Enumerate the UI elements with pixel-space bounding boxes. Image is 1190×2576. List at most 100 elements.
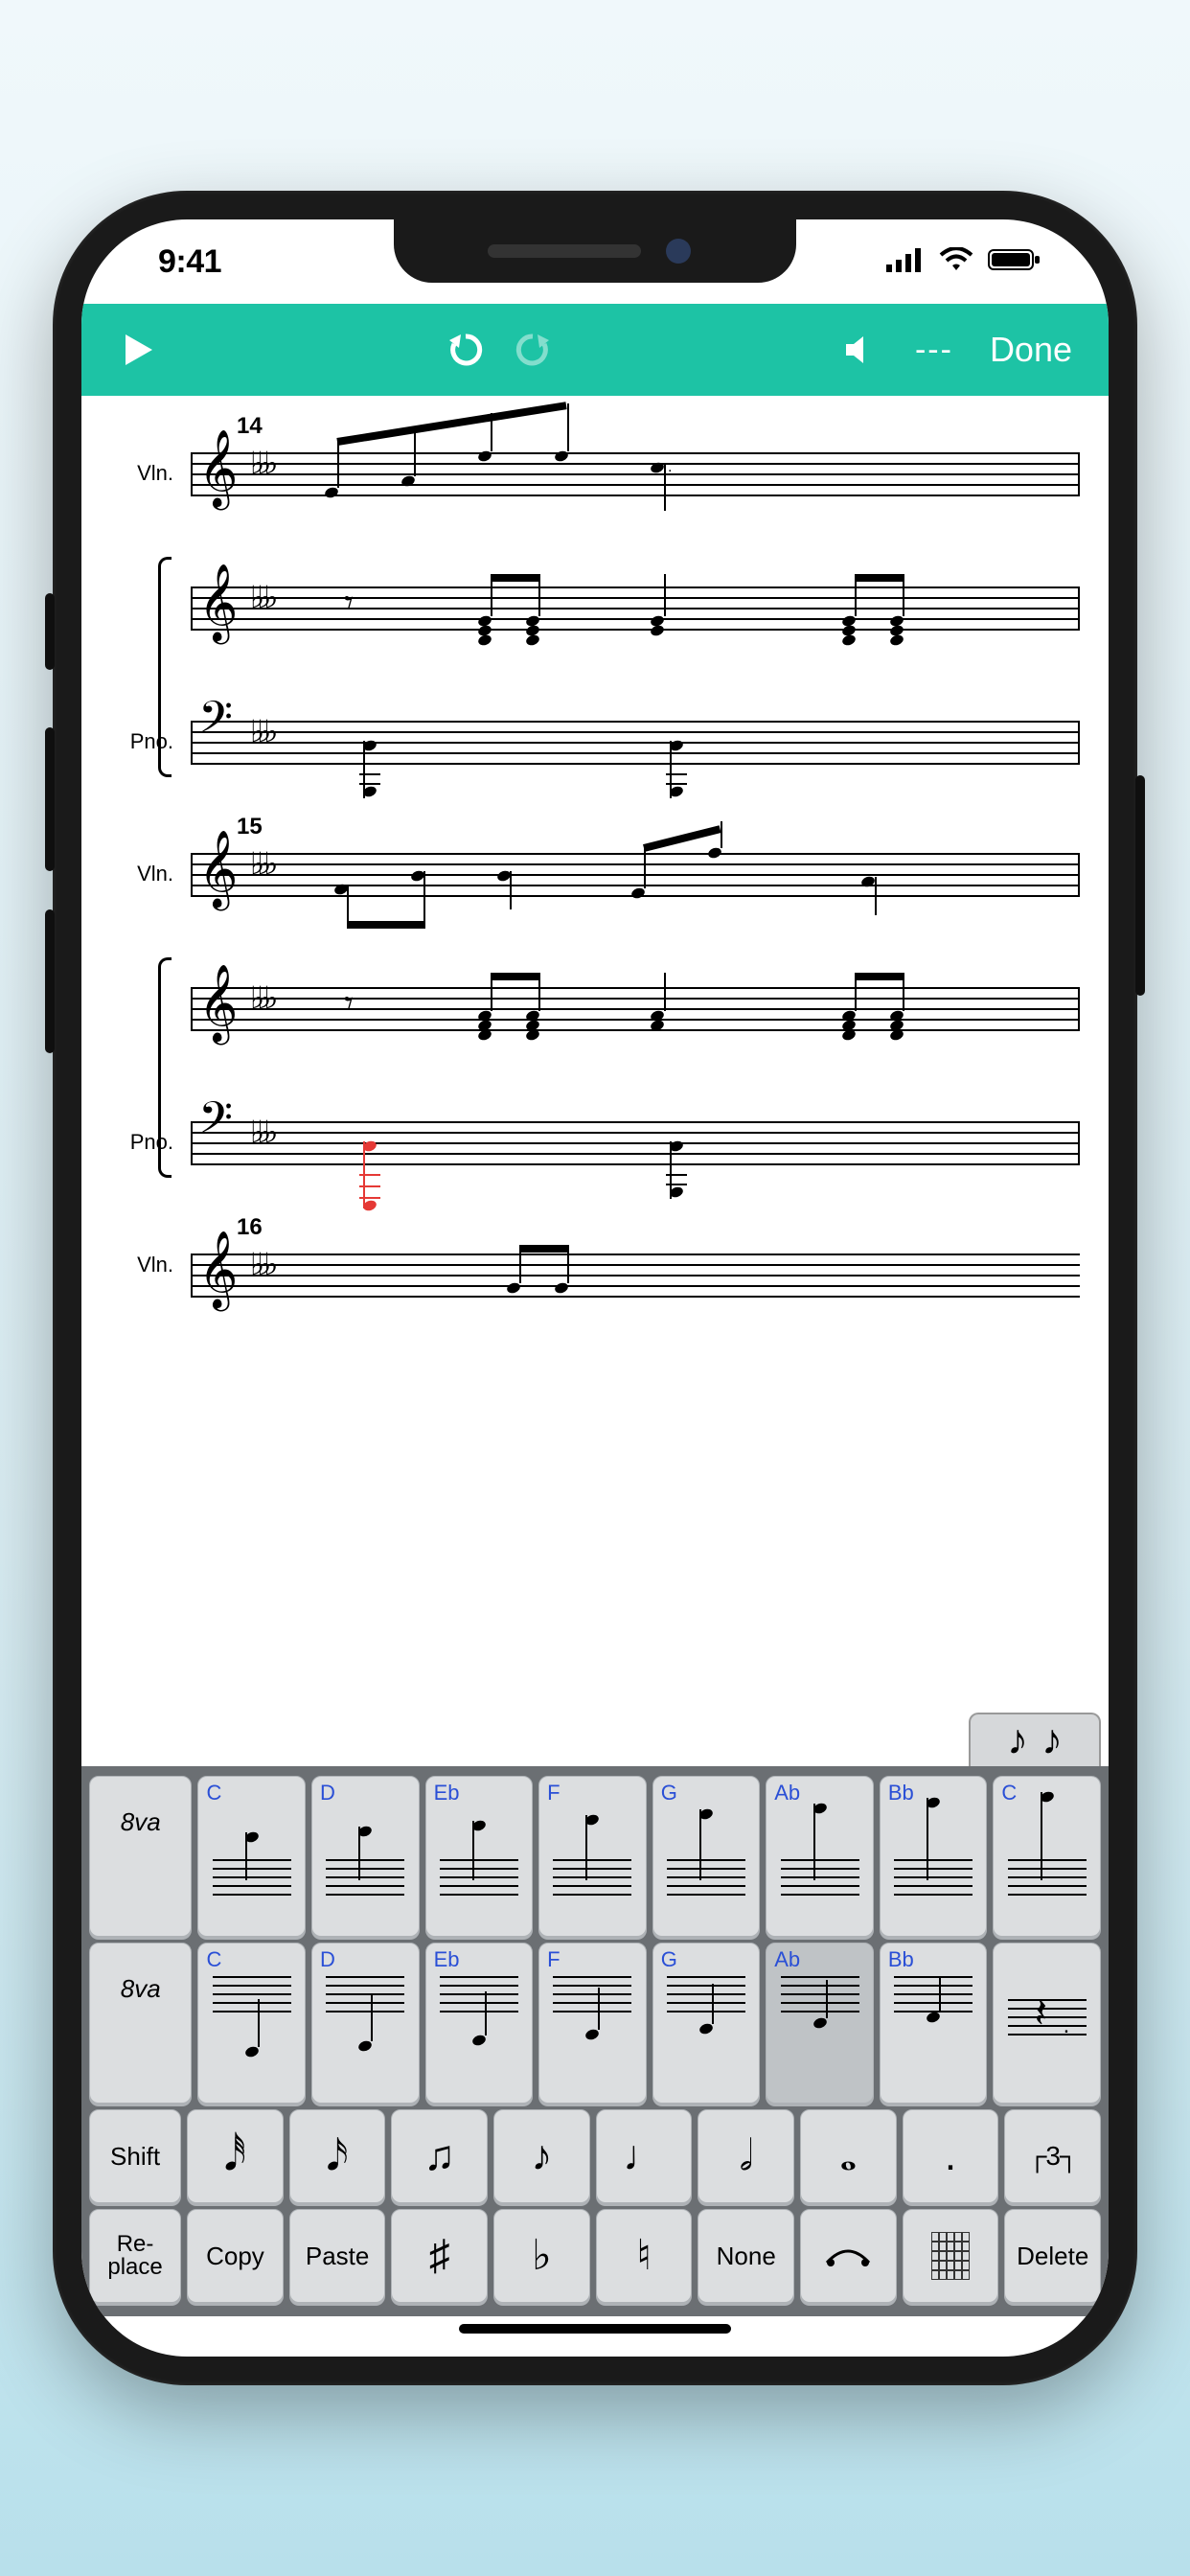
play-button[interactable]: [110, 321, 168, 379]
cellular-icon: [886, 243, 925, 281]
bass-clef-icon: 𝄢: [198, 696, 233, 749]
instrument-label-violin: Vln.: [110, 862, 173, 886]
volume-button[interactable]: [831, 321, 888, 379]
pitch-key-eb-upper[interactable]: Eb: [425, 1776, 534, 1937]
violin-staff[interactable]: 𝄞 ♭♭♭: [191, 831, 1080, 917]
pitch-key-c-upper[interactable]: C: [197, 1776, 306, 1937]
key-signature: ♭♭♭: [250, 1249, 270, 1279]
quarter-note-icon: ♩: [623, 2135, 665, 2177]
score-canvas[interactable]: 14 Vln. 𝄞 ♭♭♭: [81, 396, 1109, 1766]
slur-key[interactable]: [800, 2209, 897, 2303]
octave-8va-key[interactable]: 8va: [89, 1776, 192, 1937]
wifi-icon: [938, 243, 974, 281]
duration-eighth-key[interactable]: ♪: [493, 2109, 590, 2203]
eighth-note-icon: ♪: [1007, 1719, 1028, 1761]
power-button: [1135, 775, 1145, 996]
notch: [394, 219, 796, 283]
piano-bass-staff[interactable]: 𝄢 ♭♭♭: [191, 699, 1080, 785]
half-note-icon: 𝅗𝅥: [740, 2135, 753, 2177]
treble-clef-icon: 𝄞: [198, 835, 238, 902]
duration-thirty-second-key[interactable]: 𝅘𝅥𝅰: [187, 2109, 284, 2203]
sharp-icon: ♯: [429, 2235, 450, 2277]
chord-grid-icon: [931, 2232, 970, 2280]
paste-key[interactable]: Paste: [289, 2209, 386, 2303]
piano-treble-staff[interactable]: 𝄞 ♭♭♭ 𝄾: [191, 564, 1080, 651]
battery-icon: [988, 243, 1041, 281]
thirty-second-note-icon: 𝅘𝅥𝅰: [224, 2135, 246, 2177]
treble-clef-icon: 𝄞: [198, 969, 238, 1036]
pitch-key-ab-upper[interactable]: Ab: [766, 1776, 874, 1937]
dot-icon: .: [945, 2135, 956, 2177]
violin-staff[interactable]: 𝄞 ♭♭♭: [191, 1231, 1080, 1299]
action-row: Re- place Copy Paste ♯ ♭ ♮ None: [89, 2209, 1101, 2303]
treble-clef-icon: 𝄞: [198, 434, 238, 501]
natural-icon: ♮: [636, 2235, 652, 2277]
pitch-key-c-lower[interactable]: C: [197, 1943, 306, 2104]
replace-key[interactable]: Re- place: [89, 2209, 181, 2303]
eighth-rest-icon: 𝄾: [344, 984, 354, 1025]
system-14[interactable]: 14 Vln. 𝄞 ♭♭♭: [81, 413, 1109, 814]
phone-frame: 9:41: [53, 191, 1137, 2385]
volume-up-button: [45, 727, 55, 871]
natural-key[interactable]: ♮: [596, 2209, 693, 2303]
duration-tuplet-key[interactable]: ┌3┐: [1004, 2109, 1101, 2203]
key-signature: ♭♭♭: [250, 582, 270, 612]
treble-clef-icon: 𝄞: [198, 1235, 238, 1302]
key-signature: ♭♭♭: [250, 982, 270, 1013]
home-indicator[interactable]: [459, 2324, 731, 2334]
pitch-row-upper: 8va C D Eb F G Ab Bb C: [89, 1776, 1101, 1937]
shift-key[interactable]: Shift: [89, 2109, 181, 2203]
instrument-label-violin: Vln.: [110, 461, 173, 486]
eighth-rest-icon: 𝄾: [344, 584, 354, 625]
sharp-key[interactable]: ♯: [391, 2209, 488, 2303]
flat-icon: ♭: [532, 2235, 552, 2277]
pitch-key-c-upper2[interactable]: C: [993, 1776, 1101, 1937]
pitch-key-d-lower[interactable]: D: [311, 1943, 420, 2104]
done-button[interactable]: Done: [990, 330, 1072, 370]
eighth-note-icon: ♪: [531, 2135, 552, 2177]
key-signature: ♭♭♭: [250, 448, 270, 478]
tuplet-icon: ┌3┐: [1028, 2141, 1078, 2172]
redo-button[interactable]: [504, 321, 561, 379]
pitch-key-ab-lower[interactable]: Ab: [766, 1943, 874, 2104]
slur-icon: [821, 2234, 875, 2279]
piano-bass-staff[interactable]: 𝄢 ♭♭♭: [191, 1099, 1080, 1185]
bass-clef-icon: 𝄢: [198, 1096, 233, 1150]
piano-treble-staff[interactable]: 𝄞 ♭♭♭ 𝄾: [191, 965, 1080, 1051]
pitch-key-f-upper[interactable]: F: [538, 1776, 647, 1937]
octave-8va-key-lower[interactable]: 8va: [89, 1943, 192, 2104]
pitch-key-g-upper[interactable]: G: [652, 1776, 761, 1937]
sixteenth-note-icon: 𝅘𝅥𝅯: [327, 2135, 349, 2177]
pitch-key-g-lower[interactable]: G: [652, 1943, 761, 2104]
key-signature: ♭♭♭: [250, 1116, 270, 1147]
rest-key[interactable]: 𝄽.: [993, 1943, 1101, 2104]
system-16[interactable]: 16 Vln. 𝄞 ♭♭♭: [81, 1214, 1109, 1299]
copy-key[interactable]: Copy: [187, 2209, 284, 2303]
pitch-key-f-lower[interactable]: F: [538, 1943, 647, 2104]
duration-quarter-key[interactable]: ♩: [596, 2109, 693, 2203]
duration-dot-key[interactable]: .: [903, 2109, 999, 2203]
flat-key[interactable]: ♭: [493, 2209, 590, 2303]
pitch-key-bb-upper[interactable]: Bb: [880, 1776, 988, 1937]
delete-key[interactable]: Delete: [1004, 2209, 1101, 2303]
pitch-key-d-upper[interactable]: D: [311, 1776, 420, 1937]
pitch-key-eb-lower[interactable]: Eb: [425, 1943, 534, 2104]
system-15[interactable]: 15 Vln. 𝄞 ♭♭♭: [81, 814, 1109, 1214]
key-signature: ♭♭♭: [250, 848, 270, 879]
duration-eighth-beamed-key[interactable]: ♫: [391, 2109, 488, 2203]
duration-half-key[interactable]: 𝅗𝅥: [698, 2109, 794, 2203]
duration-whole-key[interactable]: 𝅝: [800, 2109, 897, 2203]
tempo-display[interactable]: ---: [915, 332, 953, 369]
duration-tab[interactable]: ♪ ♪: [969, 1713, 1101, 1766]
instrument-label-violin: Vln.: [110, 1253, 173, 1277]
undo-button[interactable]: [437, 321, 494, 379]
music-keyboard: ♪ ♪ 8va C D Eb F G Ab Bb C 8va: [81, 1766, 1109, 2316]
beamed-eighths-icon: ♫: [423, 2135, 455, 2177]
duration-sixteenth-key[interactable]: 𝅘𝅥𝅯: [289, 2109, 386, 2203]
eighth-note-icon: ♪: [1041, 1719, 1063, 1761]
chord-diagram-key[interactable]: [903, 2209, 999, 2303]
violin-staff[interactable]: 𝄞 ♭♭♭ .: [191, 430, 1080, 517]
pitch-key-bb-lower[interactable]: Bb: [880, 1943, 988, 2104]
none-key[interactable]: None: [698, 2209, 794, 2303]
pitch-row-lower: 8va C D Eb F G Ab Bb 𝄽.: [89, 1943, 1101, 2104]
